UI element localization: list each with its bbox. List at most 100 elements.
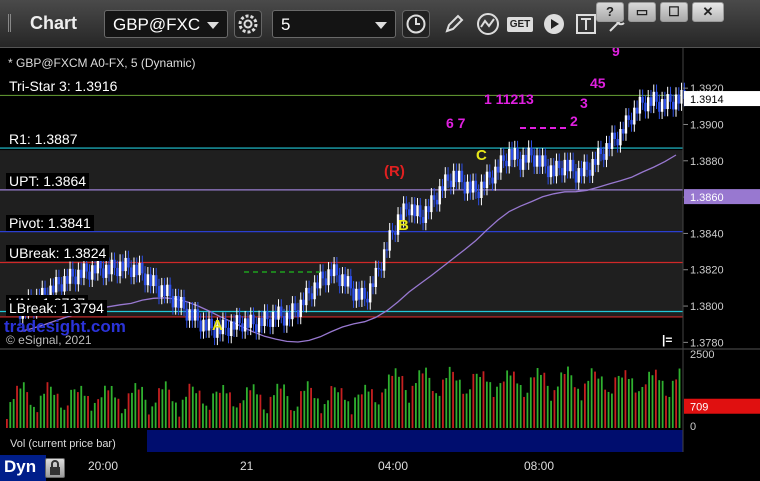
candle-body: [227, 327, 230, 337]
volume-bar: [360, 394, 363, 428]
x-tick-label: 21: [240, 459, 254, 473]
volume-bar: [262, 409, 265, 428]
volume-bar: [310, 387, 312, 428]
volume-bar: [245, 387, 248, 428]
volume-bar: [367, 391, 370, 428]
draw-tool-button[interactable]: [440, 10, 468, 38]
volume-bar: [627, 378, 630, 428]
volume-bar: [435, 393, 438, 428]
volume-bar: [46, 382, 49, 428]
volume-bar: [36, 412, 39, 428]
volume-bar: [208, 409, 211, 428]
candle-body: [477, 191, 480, 199]
candle-body: [141, 262, 144, 274]
volume-bar: [141, 386, 143, 428]
candle-body: [533, 155, 536, 167]
candle-body: [424, 206, 428, 223]
td-count-label: 6 7: [446, 115, 466, 131]
volume-bar: [249, 390, 252, 428]
candle-body: [296, 310, 300, 317]
volume-bar: [66, 405, 69, 428]
help-button[interactable]: ?: [596, 2, 624, 22]
volume-bar: [269, 396, 272, 428]
candle-body: [416, 205, 419, 217]
volume-bar: [316, 398, 319, 428]
volume-bar: [188, 383, 191, 428]
candle-body: [346, 276, 350, 287]
volume-bar: [678, 368, 681, 428]
candle-body: [527, 147, 530, 163]
volume-bar: [175, 402, 177, 428]
volume-bar: [614, 377, 617, 428]
candle-body: [594, 158, 597, 165]
restore-button[interactable]: ▭: [628, 2, 656, 22]
candle-body: [257, 317, 261, 333]
candle-body: [446, 174, 450, 181]
volume-bar: [107, 390, 110, 428]
volume-bar: [556, 386, 559, 428]
candle-body: [168, 284, 172, 297]
candle-body: [260, 317, 264, 327]
maximize-button[interactable]: ☐: [660, 2, 688, 22]
candle-body: [369, 283, 372, 303]
drag-grip-icon[interactable]: [8, 14, 22, 32]
studies-button[interactable]: [474, 10, 502, 38]
symbol-input[interactable]: GBP@FXC: [104, 10, 228, 38]
candle-body: [335, 264, 339, 276]
candle-body: [641, 96, 644, 103]
candle-body: [107, 264, 111, 275]
candle-body: [146, 274, 150, 286]
candle-body: [77, 269, 80, 285]
volume-bar: [428, 377, 431, 428]
candle-body: [449, 180, 453, 188]
candle-body: [438, 186, 441, 205]
candle-body: [538, 155, 541, 167]
candle-body: [52, 285, 55, 293]
td-count-label: 45: [590, 75, 606, 91]
candle-body: [271, 311, 275, 327]
candle-body: [68, 268, 72, 284]
candle-body: [483, 181, 486, 189]
resistance-marker: (R): [384, 163, 405, 180]
time-template-button[interactable]: [402, 10, 430, 38]
candle-body: [647, 97, 650, 112]
interval-select[interactable]: 5: [272, 10, 396, 38]
volume-bar: [198, 390, 201, 428]
volume-bar: [414, 383, 417, 428]
candle-body: [660, 99, 664, 112]
play-button[interactable]: [540, 10, 568, 38]
get-button[interactable]: GET: [506, 10, 534, 38]
volume-bar: [337, 392, 340, 428]
volume-bar: [104, 385, 106, 428]
candle-body: [54, 277, 58, 293]
volume-bar: [540, 374, 542, 428]
candle-body: [385, 249, 389, 251]
candle-body: [71, 268, 75, 277]
watermark-copyright: © eSignal, 2021: [6, 333, 92, 347]
candle-body: [530, 147, 533, 156]
volume-bar: [421, 373, 424, 428]
candle-body: [430, 195, 433, 213]
volume-bar: [567, 366, 569, 428]
settings-button[interactable]: [234, 10, 262, 38]
candle-body: [288, 312, 291, 320]
volume-bar: [276, 383, 279, 428]
volume-bar: [469, 389, 471, 428]
candle-body: [508, 148, 511, 167]
td-count-label: 2: [570, 113, 578, 129]
volume-bar: [597, 378, 600, 428]
volume-bar: [114, 397, 116, 428]
volume-bar: [333, 387, 336, 428]
volume-bar: [151, 406, 154, 428]
play-icon: [544, 14, 564, 34]
volume-bar: [391, 375, 394, 428]
candle-body: [129, 267, 133, 277]
price-chart[interactable]: ABC(R)6 71 1121345932tradesight.com© eSi…: [0, 48, 760, 455]
volume-bar: [482, 371, 485, 428]
volume-bar: [235, 407, 238, 428]
last-price-label: 1.3914: [690, 94, 724, 106]
candle-body: [191, 309, 194, 321]
candle-body: [24, 303, 27, 312]
close-button[interactable]: ✕: [692, 2, 724, 22]
volume-bar: [256, 394, 258, 428]
